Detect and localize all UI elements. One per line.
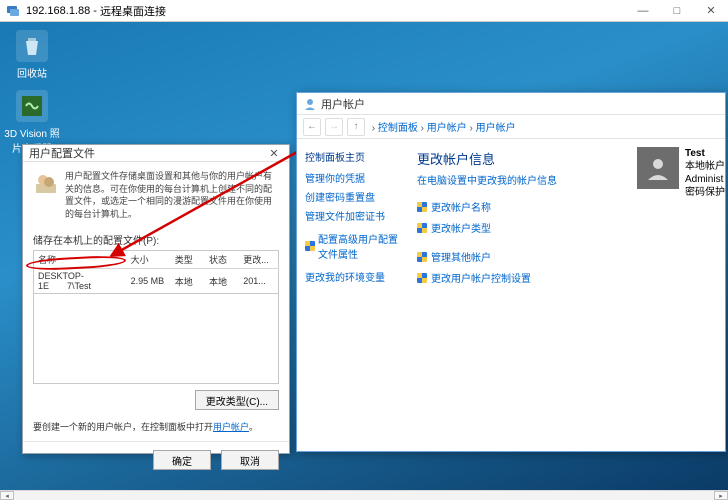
horizontal-scrollbar[interactable]: ◂ ▸ [0,490,728,500]
leftnav-advanced-profile[interactable]: 配置高级用户配置文件属性 [318,231,401,261]
app-titlebar: 192.168.1.88 - 远程桌面连接 — □ ✕ [0,0,728,22]
table-row[interactable]: DESKTOP-1Exxxx7\Test 2.95 MB 本地 本地 201..… [34,269,279,294]
user-profile-icon [33,170,59,196]
breadcrumb[interactable]: › 控制面板 › 用户帐户 › 用户帐户 [369,119,516,134]
scroll-left-button[interactable]: ◂ [0,491,14,500]
profiles-list-label: 储存在本机上的配置文件(P): [33,232,279,247]
recycle-bin-icon [16,30,48,62]
shield-icon [305,241,315,251]
desktop-icon-label: 回收站 [2,65,62,80]
link-manage-other[interactable]: 管理其他帐户 [417,249,717,264]
dialog-titlebar[interactable]: 用户配置文件 ✕ [23,145,289,162]
cp-titlebar[interactable]: 用户帐户 [297,93,725,115]
dialog-title: 用户配置文件 [29,145,95,161]
cp-main-pane: 更改帐户信息 在电脑设置中更改我的帐户信息 更改帐户名称 更改帐户类型 管理其他… [409,139,725,451]
change-type-button[interactable]: 更改类型(C)... [195,390,279,410]
shield-icon [417,252,427,262]
dialog-intro-text: 用户配置文件存储桌面设置和其他与你的用户帐户有关的信息。可在你使用的每台计算机上… [65,170,279,220]
leftnav-encryption-cert[interactable]: 管理文件加密证书 [305,208,401,223]
shield-icon [417,273,427,283]
col-size[interactable]: 大小 [127,251,171,269]
close-button[interactable]: ✕ [694,0,728,22]
cell-size: 2.95 MB [127,269,171,294]
desktop-icon-recycle-bin[interactable]: 回收站 [2,30,62,80]
col-modified[interactable]: 更改... [239,251,278,269]
maximize-button[interactable]: □ [660,0,694,22]
nav-up-button[interactable]: ↑ [347,118,365,136]
user-accounts-icon [303,97,317,111]
user-admin: Administ [685,173,725,186]
link-uac-settings[interactable]: 更改用户帐户控制设置 [417,270,717,285]
col-name[interactable]: 名称 [34,251,127,269]
cp-navbar: ← → ↑ › 控制面板 › 用户帐户 › 用户帐户 [297,115,725,139]
nav-back-button[interactable]: ← [303,118,321,136]
user-name: Test [685,147,725,160]
current-user-card: Test 本地帐户 Administ 密码保护 [637,147,725,199]
minimize-button[interactable]: — [626,0,660,22]
col-type[interactable]: 类型 [171,251,205,269]
nvidia-3dvision-icon [16,90,48,122]
link-change-type[interactable]: 更改帐户类型 [417,220,717,235]
user-accounts-link[interactable]: 用户帐户 [213,422,249,432]
rdp-icon [6,4,20,18]
col-status[interactable]: 状态 [205,251,239,269]
cell-modified: 201... [239,269,278,294]
profiles-table[interactable]: 名称 大小 类型 状态 更改... DESKTOP-1Exxxx7\Test 2… [33,250,279,294]
user-password: 密码保护 [685,186,725,199]
titlebar-ip: 192.168.1.88 [26,5,90,17]
titlebar-app: 远程桌面连接 [100,3,166,19]
cp-home-link[interactable]: 控制面板主页 [305,149,401,164]
dialog-close-button[interactable]: ✕ [265,147,283,160]
cp-window-title: 用户帐户 [321,96,365,112]
cell-status: 本地 [205,269,239,294]
create-account-hint: 要创建一个新的用户帐户，在控制面板中打开用户帐户。 [33,420,279,433]
cp-change-in-settings-link[interactable]: 在电脑设置中更改我的帐户信息 [417,176,557,187]
cell-name: DESKTOP-1Exxxx7\Test [34,269,127,294]
user-role: 本地帐户 [685,160,725,173]
user-profiles-dialog: 用户配置文件 ✕ 用户配置文件存储桌面设置和其他与你的用户帐户有关的信息。可在你… [22,144,290,454]
cancel-button[interactable]: 取消 [221,450,279,470]
profiles-list-body[interactable] [33,294,279,384]
control-panel-window: 用户帐户 ← → ↑ › 控制面板 › 用户帐户 › 用户帐户 控制面板主页 管… [296,92,726,452]
avatar [637,147,679,189]
cp-left-nav: 控制面板主页 管理你的凭据 创建密码重置盘 管理文件加密证书 配置高级用户配置文… [297,139,409,451]
shield-icon [417,223,427,233]
leftnav-credentials[interactable]: 管理你的凭据 [305,170,401,185]
leftnav-env-vars[interactable]: 更改我的环境变量 [305,269,401,284]
shield-icon [417,202,427,212]
desktop-icon-label-l1: 3D Vision 照 [2,125,62,140]
ok-button[interactable]: 确定 [153,450,211,470]
leftnav-password-reset[interactable]: 创建密码重置盘 [305,189,401,204]
table-header-row: 名称 大小 类型 状态 更改... [34,251,279,269]
cell-type: 本地 [171,269,205,294]
titlebar-sep: - [90,5,100,17]
link-change-name[interactable]: 更改帐户名称 [417,199,717,214]
scroll-right-button[interactable]: ▸ [714,491,728,500]
remote-desktop: 回收站 3D Vision 照 片查看器 用户配置文件 ✕ 用户配置文件存储桌面… [0,22,728,490]
nav-forward-button[interactable]: → [325,118,343,136]
